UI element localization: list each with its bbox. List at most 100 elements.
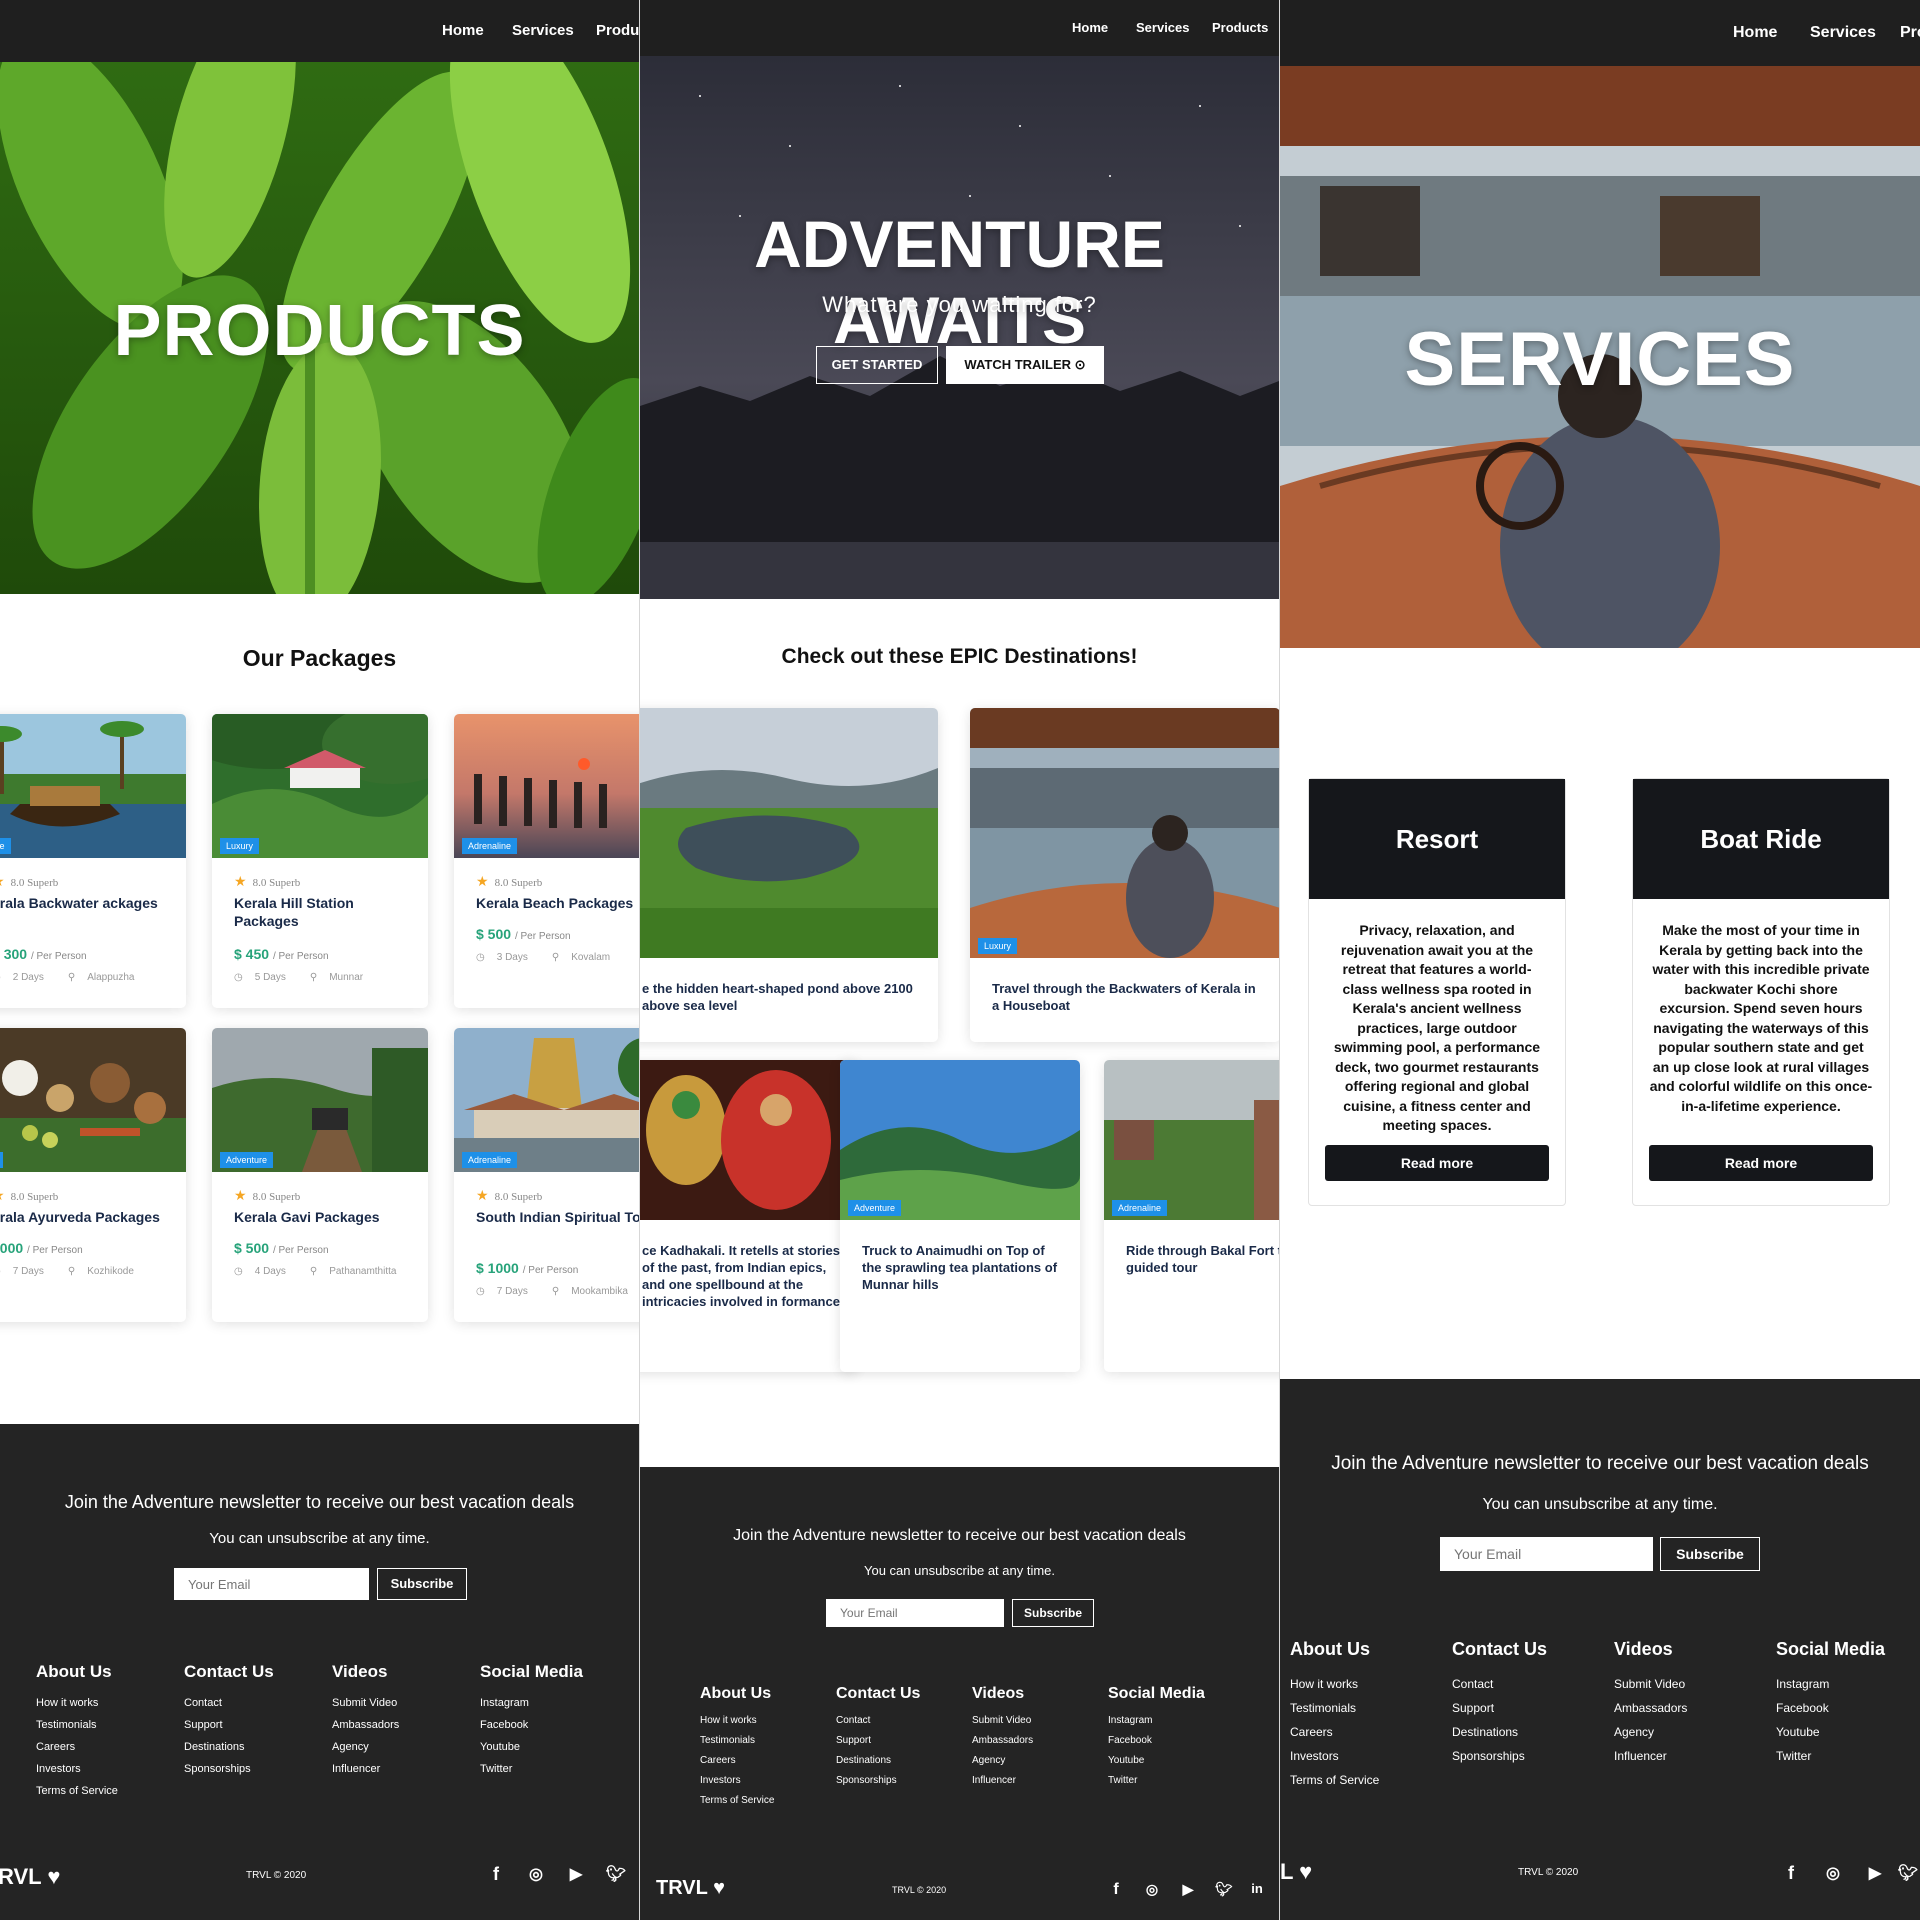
nav-services[interactable]: Services xyxy=(1136,20,1190,35)
youtube-icon[interactable]: ▶ xyxy=(1854,1863,1896,1884)
footer-link[interactable]: Influencer xyxy=(972,1771,1033,1791)
footer-link[interactable]: Twitter xyxy=(1776,1744,1885,1768)
facebook-icon[interactable]: f xyxy=(1770,1863,1812,1884)
footer-link[interactable]: Destinations xyxy=(836,1751,920,1771)
nav-products[interactable]: Pro xyxy=(1900,24,1920,42)
instagram-icon[interactable]: ◎ xyxy=(516,1864,556,1885)
footer-link[interactable]: Terms of Service xyxy=(36,1780,118,1802)
footer-link[interactable]: How it works xyxy=(1290,1672,1379,1696)
footer-link[interactable]: Influencer xyxy=(332,1758,399,1780)
footer-link[interactable]: Contact xyxy=(184,1692,274,1714)
twitter-icon[interactable]: 🐦︎ xyxy=(596,1864,636,1885)
facebook-icon[interactable]: f xyxy=(476,1864,516,1885)
footer-link[interactable]: Youtube xyxy=(480,1736,583,1758)
youtube-icon[interactable]: ▶ xyxy=(1170,1881,1206,1899)
email-input[interactable] xyxy=(1440,1537,1653,1571)
footer-link[interactable]: Contact xyxy=(836,1711,920,1731)
subscribe-button[interactable]: Subscribe xyxy=(1660,1537,1760,1571)
twitter-icon[interactable]: 🐦︎ xyxy=(1896,1863,1920,1884)
read-more-button[interactable]: Read more xyxy=(1325,1145,1549,1181)
footer-link[interactable]: Sponsorships xyxy=(184,1758,274,1780)
nav-home[interactable]: Home xyxy=(1072,20,1108,35)
footer-link[interactable]: Investors xyxy=(1290,1744,1379,1768)
footer-link[interactable]: Submit Video xyxy=(332,1692,399,1714)
footer-link[interactable]: Facebook xyxy=(1776,1696,1885,1720)
footer-link[interactable]: Youtube xyxy=(1108,1751,1205,1771)
package-card[interactable]: ery ★8.0 Superb erala Ayurveda Packages … xyxy=(0,1028,186,1322)
instagram-icon[interactable]: ◎ xyxy=(1812,1863,1854,1884)
footer-link[interactable]: Sponsorships xyxy=(836,1771,920,1791)
footer-link[interactable]: Instagram xyxy=(1108,1711,1205,1731)
youtube-icon[interactable]: ▶ xyxy=(556,1864,596,1885)
footer-link[interactable]: How it works xyxy=(36,1692,118,1714)
footer-link[interactable]: Testimonials xyxy=(1290,1696,1379,1720)
footer-link[interactable]: Submit Video xyxy=(972,1711,1033,1731)
destination-card[interactable]: ce Kadhakali. It retells at stories of t… xyxy=(640,1060,858,1372)
nav-services[interactable]: Services xyxy=(512,22,574,39)
footer-link[interactable]: Instagram xyxy=(1776,1672,1885,1696)
footer-link[interactable]: Facebook xyxy=(480,1714,583,1736)
footer-link[interactable]: Support xyxy=(1452,1696,1547,1720)
footer-link[interactable]: Investors xyxy=(700,1771,774,1791)
package-name: erala Backwater ackages xyxy=(0,895,158,911)
logo[interactable]: L ♥ xyxy=(1280,1859,1312,1885)
destination-card[interactable]: Adrenaline Ride through Bakal Fort t gui… xyxy=(1104,1060,1279,1372)
footer-link[interactable]: Contact xyxy=(1452,1672,1547,1696)
footer-link[interactable]: Ambassadors xyxy=(332,1714,399,1736)
footer-link[interactable]: Agency xyxy=(972,1751,1033,1771)
logo[interactable]: TRVL ♥ xyxy=(656,1877,725,1900)
package-card[interactable]: Luxury ★ 8.0 Superb Kerala Hill Station P… xyxy=(212,714,428,1008)
package-card[interactable]: nture ★8.0 Superb erala Backwater ackage… xyxy=(0,714,186,1008)
footer-link[interactable]: Facebook xyxy=(1108,1731,1205,1751)
footer-link[interactable]: Youtube xyxy=(1776,1720,1885,1744)
nav-home[interactable]: Home xyxy=(1733,24,1777,42)
footer-link[interactable]: Sponsorships xyxy=(1452,1744,1547,1768)
destination-card[interactable]: e the hidden heart-shaped pond above 210… xyxy=(640,708,938,1042)
nav-products[interactable]: Products xyxy=(1212,20,1268,35)
destination-card[interactable]: Adventure Truck to Anaimudhi on Top of t… xyxy=(840,1060,1080,1372)
subscribe-button[interactable]: Subscribe xyxy=(1012,1599,1094,1627)
footer-link[interactable]: Destinations xyxy=(1452,1720,1547,1744)
footer-link[interactable]: Agency xyxy=(1614,1720,1687,1744)
footer-link[interactable]: Careers xyxy=(700,1751,774,1771)
watch-trailer-button[interactable]: WATCH TRAILER ⊙ xyxy=(946,346,1104,384)
footer-link[interactable]: Twitter xyxy=(1108,1771,1205,1791)
footer-link[interactable]: How it works xyxy=(700,1711,774,1731)
footer-link[interactable]: Terms of Service xyxy=(700,1791,774,1811)
footer-link[interactable]: Careers xyxy=(1290,1720,1379,1744)
footer-link[interactable]: Destinations xyxy=(184,1736,274,1758)
footer-link[interactable]: Investors xyxy=(36,1758,118,1780)
footer-link[interactable]: Support xyxy=(184,1714,274,1736)
package-card[interactable]: Adrenaline ★ 8.0 Superb South Indian Spir… xyxy=(454,1028,639,1322)
nav-products[interactable]: Produc xyxy=(596,22,639,39)
logo[interactable]: RVL ♥ xyxy=(0,1864,60,1890)
footer-link[interactable]: Twitter xyxy=(480,1758,583,1780)
destination-card[interactable]: Luxury Travel through the Backwaters of … xyxy=(970,708,1279,1042)
footer-link[interactable]: Terms of Service xyxy=(1290,1768,1379,1792)
star-icon: ★ xyxy=(476,875,489,890)
facebook-icon[interactable]: f xyxy=(1098,1881,1134,1899)
footer-link[interactable]: Ambassadors xyxy=(1614,1696,1687,1720)
footer-link[interactable]: Submit Video xyxy=(1614,1672,1687,1696)
read-more-button[interactable]: Read more xyxy=(1649,1145,1873,1181)
footer-link[interactable]: Testimonials xyxy=(700,1731,774,1751)
linkedin-icon[interactable]: in xyxy=(1242,1881,1272,1899)
footer-link[interactable]: Influencer xyxy=(1614,1744,1687,1768)
twitter-icon[interactable]: 🐦︎ xyxy=(1206,1881,1242,1899)
email-input[interactable] xyxy=(826,1599,1004,1627)
subscribe-button[interactable]: Subscribe xyxy=(377,1568,467,1600)
play-icon: ⊙ xyxy=(1074,357,1086,372)
get-started-button[interactable]: GET STARTED xyxy=(816,346,938,384)
package-card[interactable]: Adventure ★ 8.0 Superb Kerala Gavi Packag… xyxy=(212,1028,428,1322)
footer-link[interactable]: Ambassadors xyxy=(972,1731,1033,1751)
nav-home[interactable]: Home xyxy=(442,22,484,39)
footer-link[interactable]: Testimonials xyxy=(36,1714,118,1736)
nav-services[interactable]: Services xyxy=(1810,24,1876,42)
footer-link[interactable]: Agency xyxy=(332,1736,399,1758)
footer-link[interactable]: Careers xyxy=(36,1736,118,1758)
package-card[interactable]: Adrenaline ★ 8.0 Superb Kerala Beach Pack… xyxy=(454,714,639,1008)
instagram-icon[interactable]: ◎ xyxy=(1134,1881,1170,1899)
email-input[interactable] xyxy=(174,1568,369,1600)
footer-link[interactable]: Support xyxy=(836,1731,920,1751)
footer-link[interactable]: Instagram xyxy=(480,1692,583,1714)
